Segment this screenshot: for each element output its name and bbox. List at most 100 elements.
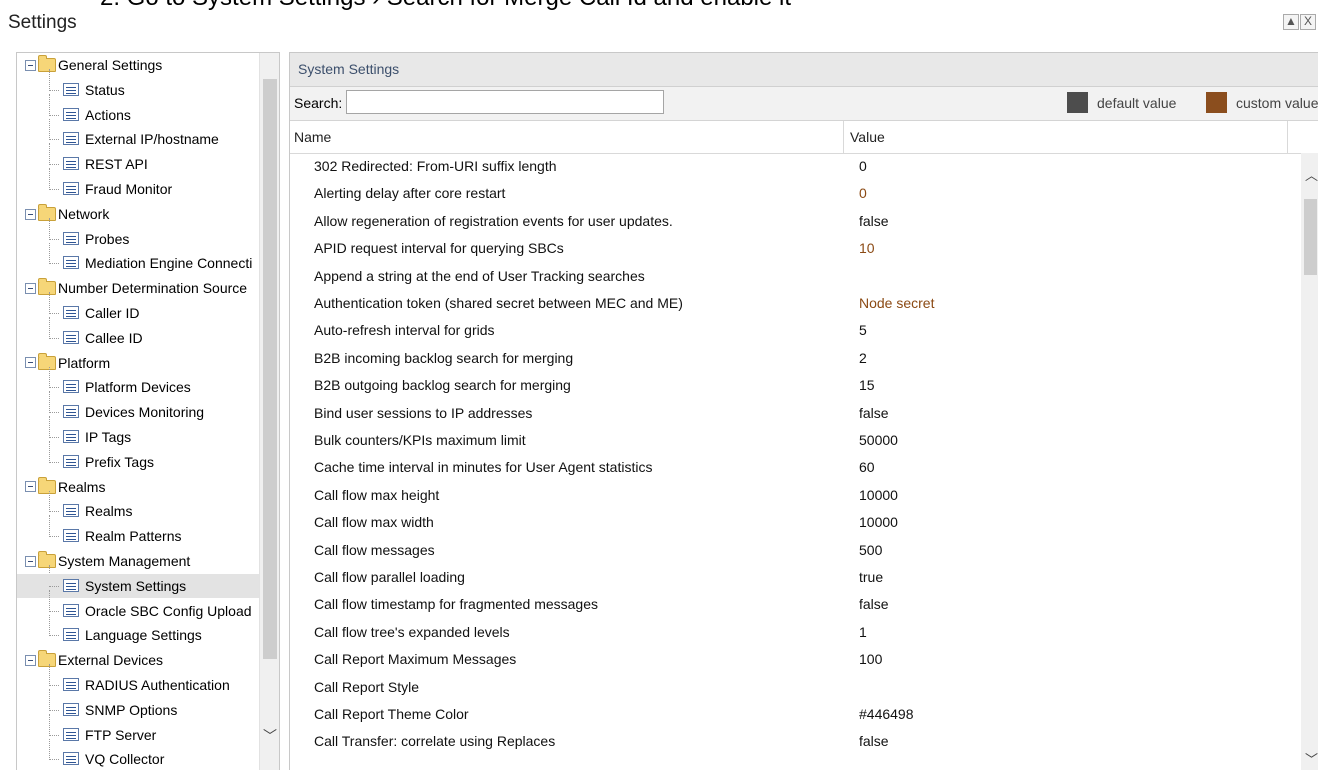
tree-item[interactable]: Platform Devices bbox=[17, 375, 259, 399]
settings-page-icon bbox=[63, 256, 79, 270]
setting-row[interactable]: Cache time interval in minutes for User … bbox=[290, 454, 1295, 481]
setting-row[interactable]: Auto-refresh interval for grids 5 bbox=[290, 317, 1295, 344]
setting-row[interactable]: Bind user sessions to IP addresses false bbox=[290, 400, 1295, 427]
tree-folder[interactable]: Realms bbox=[25, 475, 105, 499]
setting-value[interactable]: 500 bbox=[859, 542, 882, 558]
setting-value[interactable]: 10000 bbox=[859, 514, 898, 530]
tree-folder[interactable]: General Settings bbox=[25, 53, 162, 77]
collapse-toggle-icon[interactable] bbox=[25, 59, 36, 71]
setting-row[interactable]: Call flow tree's expanded levels 1 bbox=[290, 619, 1295, 646]
setting-value[interactable]: false bbox=[859, 733, 889, 749]
settings-page-icon bbox=[63, 231, 79, 245]
setting-value[interactable]: Node secret bbox=[859, 295, 934, 311]
setting-value[interactable]: 10 bbox=[859, 240, 875, 256]
collapse-toggle-icon[interactable] bbox=[25, 555, 36, 567]
tree-item[interactable]: Actions bbox=[17, 103, 259, 127]
collapse-toggle-icon[interactable] bbox=[25, 208, 36, 220]
setting-row[interactable]: B2B incoming backlog search for merging 2 bbox=[290, 345, 1295, 372]
tree-item[interactable]: Probes bbox=[17, 227, 259, 251]
column-divider[interactable] bbox=[1287, 121, 1288, 153]
setting-row[interactable]: Call Report Maximum Messages 100 bbox=[290, 646, 1295, 673]
setting-row[interactable]: Call flow max height 10000 bbox=[290, 482, 1295, 509]
setting-value[interactable]: #446498 bbox=[859, 706, 914, 722]
tree-item[interactable]: Status bbox=[17, 78, 259, 102]
column-divider[interactable] bbox=[843, 121, 844, 153]
setting-value[interactable]: false bbox=[859, 596, 889, 612]
tree-item[interactable]: Callee ID bbox=[17, 326, 259, 350]
tree-item[interactable]: VQ Collector bbox=[17, 747, 259, 770]
setting-row[interactable]: Call flow parallel loading true bbox=[290, 564, 1295, 591]
tree-item-label: Realm Patterns bbox=[85, 528, 182, 545]
setting-value[interactable]: true bbox=[859, 569, 883, 585]
setting-row[interactable]: Call Report Style bbox=[290, 674, 1295, 701]
setting-value[interactable]: 1 bbox=[859, 624, 867, 640]
setting-value[interactable]: 5 bbox=[859, 322, 867, 338]
search-input[interactable] bbox=[346, 90, 664, 114]
tree-item[interactable]: System Settings bbox=[17, 573, 259, 598]
setting-value[interactable]: 100 bbox=[859, 651, 882, 667]
tree-scrollbar[interactable]: ︿ ﹀ bbox=[259, 53, 279, 770]
scroll-down-icon[interactable]: ﹀ bbox=[263, 729, 277, 743]
setting-row[interactable]: Append a string at the end of User Track… bbox=[290, 263, 1295, 290]
tree-item[interactable]: Oracle SBC Config Upload bbox=[17, 599, 259, 623]
setting-value[interactable]: 50000 bbox=[859, 432, 898, 448]
tree-item[interactable]: REST API bbox=[17, 152, 259, 176]
column-header-value[interactable]: Value bbox=[850, 129, 885, 145]
scroll-down-icon[interactable]: ﹀ bbox=[1305, 753, 1318, 766]
tree-folder[interactable]: Network bbox=[25, 202, 109, 226]
tree-connector bbox=[49, 536, 59, 538]
setting-row[interactable]: Call Report Theme Color #446498 bbox=[290, 701, 1295, 728]
column-header-name[interactable]: Name bbox=[294, 129, 331, 145]
tree-item[interactable]: SNMP Options bbox=[17, 698, 259, 722]
scroll-up-icon[interactable]: ︿ bbox=[1305, 169, 1318, 182]
collapse-toggle-icon[interactable] bbox=[25, 481, 36, 493]
setting-row[interactable]: Call flow timestamp for fragmented messa… bbox=[290, 591, 1295, 618]
tree-item[interactable]: Fraud Monitor bbox=[17, 177, 259, 201]
setting-value[interactable]: 0 bbox=[859, 185, 867, 201]
tree-folder[interactable]: Platform bbox=[25, 351, 110, 375]
setting-name: Call Transfer: correlate using Replaces bbox=[314, 733, 556, 750]
tree-item[interactable]: Language Settings bbox=[17, 623, 259, 647]
setting-value[interactable]: 60 bbox=[859, 459, 875, 475]
setting-row[interactable]: APID request interval for querying SBCs 1… bbox=[290, 235, 1295, 262]
tree-item[interactable]: FTP Server bbox=[17, 723, 259, 747]
tree-folder[interactable]: External Devices bbox=[25, 648, 163, 672]
tree-item[interactable]: Mediation Engine Connecti bbox=[17, 251, 259, 275]
grid-scroll-thumb[interactable] bbox=[1304, 199, 1317, 275]
setting-row[interactable]: Bulk counters/KPIs maximum limit 50000 bbox=[290, 427, 1295, 454]
setting-value[interactable]: 10000 bbox=[859, 487, 898, 503]
setting-value[interactable]: 0 bbox=[859, 158, 867, 174]
collapse-toggle-icon[interactable] bbox=[25, 282, 36, 294]
grid-scrollbar[interactable]: ︿ ﹀ bbox=[1301, 153, 1318, 770]
tree-item[interactable]: Realms bbox=[17, 499, 259, 523]
tree-folder[interactable]: Number Determination Source bbox=[25, 276, 247, 300]
tree-connector bbox=[49, 610, 59, 612]
tree-item[interactable]: Devices Monitoring bbox=[17, 400, 259, 424]
setting-row[interactable]: Alerting delay after core restart 0 bbox=[290, 180, 1295, 207]
setting-row[interactable]: 302 Redirected: From-URI suffix length 0 bbox=[290, 153, 1295, 180]
collapse-toggle-icon[interactable] bbox=[25, 654, 36, 666]
setting-row[interactable]: B2B outgoing backlog search for merging 1… bbox=[290, 372, 1295, 399]
system-settings-panel: System Settings Search: default value cu… bbox=[289, 52, 1318, 770]
tree-item[interactable]: IP Tags bbox=[17, 425, 259, 449]
collapse-toggle-icon[interactable] bbox=[25, 357, 36, 369]
setting-value[interactable]: 15 bbox=[859, 377, 875, 393]
tree-item[interactable]: Prefix Tags bbox=[17, 450, 259, 474]
setting-value[interactable]: false bbox=[859, 405, 889, 421]
setting-value[interactable]: false bbox=[859, 213, 889, 229]
setting-row[interactable]: Call flow max width 10000 bbox=[290, 509, 1295, 536]
tree-item[interactable]: External IP/hostname bbox=[17, 127, 259, 151]
setting-row[interactable]: Call Transfer: correlate using Replaces f… bbox=[290, 728, 1295, 755]
restore-icon[interactable]: ▲ bbox=[1283, 14, 1299, 30]
setting-row[interactable]: Authentication token (shared secret betw… bbox=[290, 290, 1295, 317]
tree-item[interactable]: RADIUS Authentication bbox=[17, 673, 259, 697]
tree-connector bbox=[49, 263, 59, 265]
close-icon[interactable]: X bbox=[1300, 14, 1316, 30]
tree-item[interactable]: Realm Patterns bbox=[17, 524, 259, 548]
setting-row[interactable]: Allow regeneration of registration event… bbox=[290, 208, 1295, 235]
setting-row[interactable]: Call flow messages 500 bbox=[290, 537, 1295, 564]
setting-value[interactable]: 2 bbox=[859, 350, 867, 366]
tree-item-label: System Settings bbox=[85, 577, 187, 594]
tree-item[interactable]: Caller ID bbox=[17, 301, 259, 325]
tree-scroll-thumb[interactable] bbox=[263, 79, 277, 659]
